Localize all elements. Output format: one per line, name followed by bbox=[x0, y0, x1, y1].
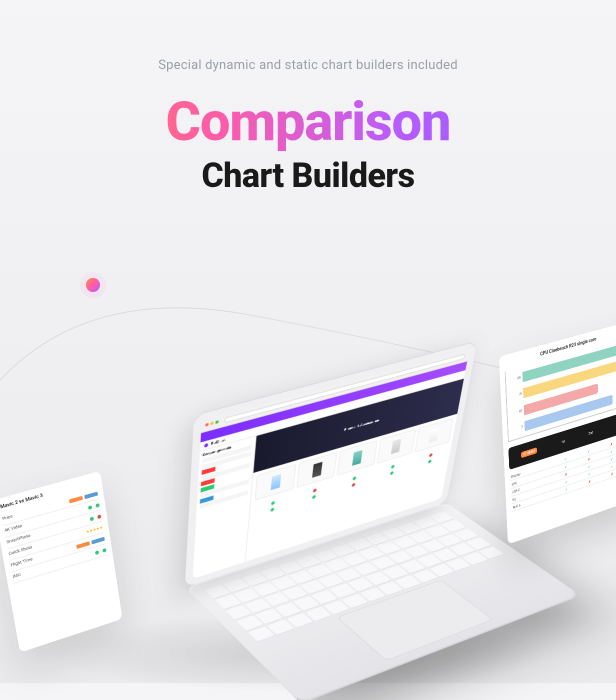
key bbox=[313, 549, 339, 562]
gradient-dot-icon bbox=[86, 278, 100, 292]
key bbox=[462, 552, 488, 566]
check-icon bbox=[88, 505, 92, 510]
check-icon bbox=[390, 471, 394, 475]
key bbox=[404, 545, 430, 558]
key bbox=[365, 571, 392, 585]
key bbox=[400, 560, 426, 574]
key bbox=[395, 575, 422, 589]
key bbox=[318, 574, 344, 588]
badge: IS THERE? bbox=[521, 447, 537, 458]
key bbox=[260, 567, 286, 581]
key bbox=[359, 547, 385, 560]
key bbox=[429, 563, 456, 577]
title-main: Comparison bbox=[0, 91, 616, 154]
key bbox=[278, 561, 304, 575]
key bbox=[478, 546, 504, 559]
key bbox=[224, 578, 250, 592]
key bbox=[293, 596, 320, 611]
key bbox=[226, 605, 253, 620]
product-image bbox=[429, 428, 439, 443]
check-icon bbox=[90, 516, 94, 521]
key bbox=[296, 555, 322, 569]
key bbox=[377, 581, 404, 596]
key bbox=[353, 562, 379, 576]
key bbox=[342, 553, 368, 567]
key bbox=[383, 566, 409, 580]
key bbox=[336, 568, 362, 582]
check-icon bbox=[95, 503, 99, 508]
key bbox=[242, 572, 268, 586]
check-icon bbox=[428, 459, 432, 463]
hero-title: Phones & Accessories bbox=[344, 417, 380, 431]
cross-icon bbox=[312, 488, 316, 492]
title-sub: Chart Builders bbox=[0, 156, 616, 196]
key bbox=[253, 582, 279, 597]
chart-panel-right: CPU Cinebench R23 single core R9 i9 R7 i… bbox=[499, 320, 616, 544]
key bbox=[275, 602, 302, 617]
key bbox=[323, 600, 350, 615]
window-close-icon[interactable] bbox=[205, 423, 208, 427]
key bbox=[237, 615, 264, 631]
key bbox=[234, 588, 261, 603]
rank-item: 1st bbox=[561, 439, 565, 444]
key bbox=[271, 576, 297, 590]
cross-icon bbox=[429, 453, 433, 457]
key bbox=[325, 558, 351, 572]
key bbox=[307, 564, 333, 578]
key bbox=[300, 580, 327, 595]
product-image bbox=[352, 450, 362, 466]
cross-icon bbox=[97, 514, 101, 519]
product-image bbox=[312, 462, 322, 478]
subtitle: Special dynamic and static chart builder… bbox=[0, 58, 616, 73]
key bbox=[446, 557, 472, 571]
key bbox=[359, 587, 386, 602]
key bbox=[215, 595, 242, 610]
key bbox=[330, 584, 357, 599]
key bbox=[312, 590, 339, 605]
key bbox=[289, 570, 315, 584]
key bbox=[256, 609, 283, 625]
key bbox=[433, 548, 459, 561]
header: Special dynamic and static chart builder… bbox=[0, 0, 616, 196]
key bbox=[371, 556, 397, 570]
check-icon bbox=[352, 476, 356, 480]
rank-item: 2nd bbox=[589, 431, 594, 436]
check-icon bbox=[102, 547, 106, 552]
window-zoom-icon[interactable] bbox=[215, 420, 218, 424]
product-image bbox=[391, 439, 401, 455]
check-icon bbox=[271, 501, 275, 505]
logo-icon bbox=[204, 443, 208, 448]
key bbox=[416, 554, 442, 568]
window-minimize-icon[interactable] bbox=[210, 422, 213, 426]
trackpad bbox=[336, 580, 493, 661]
key bbox=[245, 598, 272, 613]
key bbox=[264, 592, 291, 607]
key bbox=[412, 569, 439, 583]
product-image bbox=[270, 474, 280, 490]
key bbox=[286, 613, 314, 629]
check-icon bbox=[271, 508, 275, 512]
key bbox=[282, 586, 309, 601]
laptop-screen-frame: ReChart Compare products bbox=[185, 341, 477, 588]
key bbox=[305, 606, 332, 621]
key bbox=[331, 544, 357, 557]
cross-icon bbox=[352, 483, 356, 487]
check-icon bbox=[95, 550, 99, 555]
mockup-stage: Mavic 2 vs Mavic 3 Price 4K Video SmartP… bbox=[0, 320, 616, 683]
check-icon bbox=[391, 465, 395, 469]
key bbox=[348, 577, 375, 591]
key bbox=[388, 551, 414, 565]
key bbox=[248, 626, 276, 642]
key bbox=[342, 593, 369, 608]
check-icon bbox=[312, 495, 316, 499]
key bbox=[205, 585, 231, 600]
key bbox=[267, 619, 295, 635]
